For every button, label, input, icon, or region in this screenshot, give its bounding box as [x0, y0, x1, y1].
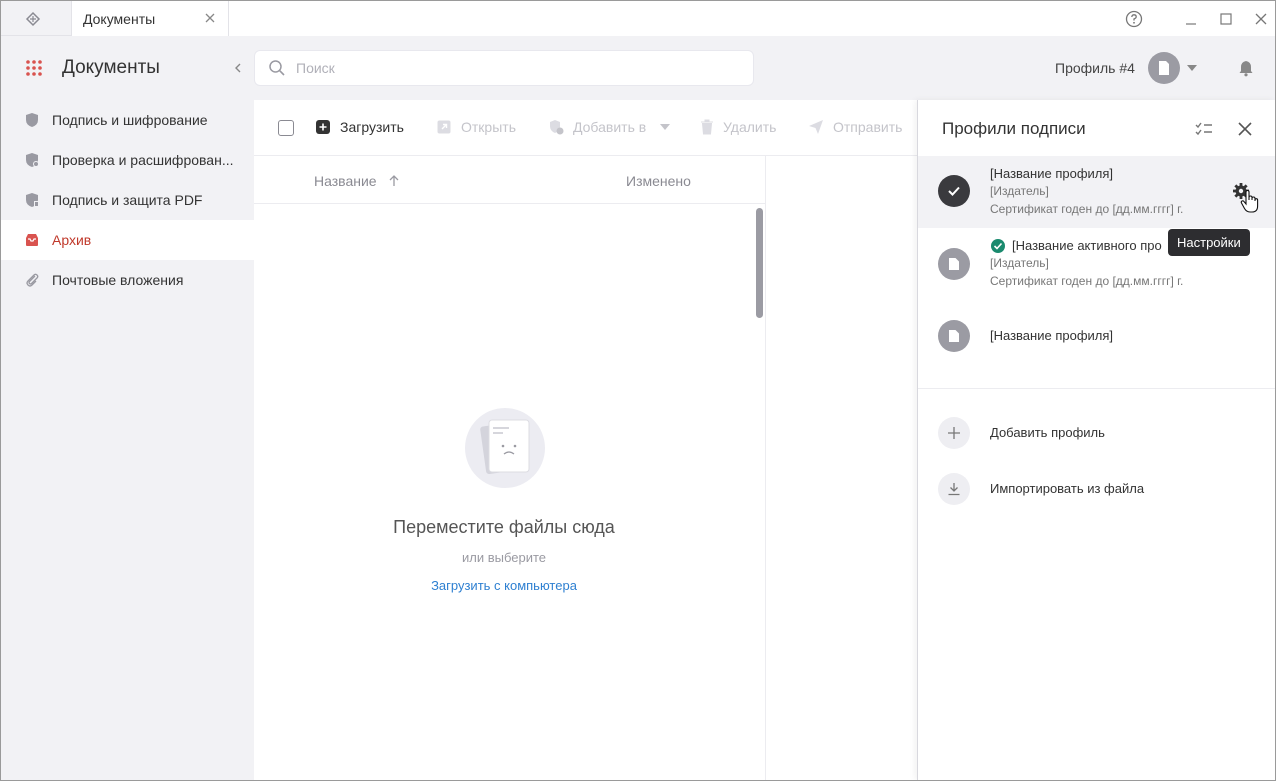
trash-icon	[701, 119, 713, 135]
sort-ascending-icon	[389, 175, 399, 186]
add-to-button[interactable]: Добавить в	[548, 119, 671, 135]
tab-label: Документы	[83, 10, 156, 27]
sidebar-item-label: Подпись и шифрование	[52, 112, 208, 128]
bell-icon[interactable]	[1237, 59, 1255, 77]
profile-issuer: [Издатель]	[990, 184, 1049, 198]
apps-grid-icon[interactable]	[25, 59, 43, 77]
app-logo-icon	[25, 11, 41, 27]
delete-button[interactable]: Удалить	[700, 119, 776, 135]
upload-from-computer-link[interactable]: Загрузить с компьютера	[254, 578, 754, 593]
sidebar-item-sign-pdf[interactable]: Подпись и защита PDF	[1, 180, 254, 220]
document-icon	[938, 248, 970, 280]
title-bar: Документы	[1, 1, 1275, 36]
sidebar-item-label: Проверка и расшифрован...	[52, 152, 234, 168]
current-profile-label[interactable]: Профиль #4	[1055, 60, 1135, 76]
column-changed-header[interactable]: Изменено	[626, 173, 691, 189]
column-name-label: Название	[314, 173, 377, 189]
upload-label: Загрузить	[340, 119, 404, 135]
shield-pdf-icon	[26, 193, 39, 207]
search-icon	[269, 60, 285, 76]
avatar[interactable]	[1148, 52, 1180, 84]
document-icon	[938, 320, 970, 352]
sidebar: Подпись и шифрование Проверка и расшифро…	[1, 100, 254, 780]
open-button[interactable]: Открыть	[436, 119, 516, 135]
shield-check-icon	[26, 153, 39, 167]
shield-lock-icon	[26, 113, 38, 127]
column-name-header[interactable]: Название	[314, 173, 401, 189]
checklist-icon[interactable]	[1195, 120, 1213, 138]
plus-icon	[938, 417, 970, 449]
close-icon[interactable]	[204, 12, 216, 24]
empty-folder-illustration	[465, 408, 545, 488]
sidebar-item-archive[interactable]: Архив	[1, 220, 254, 260]
profile-item[interactable]: [Название профиля] [Издатель] Сертификат…	[918, 156, 1275, 228]
sidebar-item-label: Архив	[52, 232, 92, 248]
sidebar-item-label: Подпись и защита PDF	[52, 192, 203, 208]
chevron-down-icon	[660, 124, 671, 130]
profile-validity: Сертификат годен до [дд.мм.гггг] г.	[990, 274, 1184, 288]
toolbar: Загрузить Открыть Добавить в Удалить Отп…	[254, 100, 917, 156]
profile-validity: Сертификат годен до [дд.мм.гггг] г.	[990, 202, 1184, 216]
chevron-down-icon[interactable]	[1187, 65, 1197, 71]
sidebar-item-mail-attachments[interactable]: Почтовые вложения	[1, 260, 254, 300]
tab-documents[interactable]: Документы	[71, 1, 229, 36]
select-all-checkbox[interactable]	[278, 120, 294, 136]
table-header: Название Изменено	[254, 156, 766, 204]
settings-tooltip: Настройки	[1168, 229, 1250, 256]
sidebar-item-label: Почтовые вложения	[52, 272, 184, 288]
upload-button[interactable]: Загрузить	[315, 119, 404, 135]
download-icon	[938, 473, 970, 505]
profile-item[interactable]: [Название профиля]	[918, 300, 1275, 372]
shield-add-icon	[550, 120, 564, 135]
app-window: Документы Документы Поиск Профиль #4 Под…	[0, 0, 1276, 781]
archive-inbox-icon	[26, 234, 38, 246]
import-from-file-button[interactable]: Импортировать из файла	[918, 473, 1275, 513]
import-from-file-label: Импортировать из файла	[990, 481, 1145, 496]
add-profile-button[interactable]: Добавить профиль	[918, 417, 1275, 457]
open-label: Открыть	[461, 119, 516, 135]
paperclip-icon	[26, 273, 39, 287]
empty-state-subtitle: или выберите	[461, 550, 547, 565]
active-check-icon	[991, 239, 1005, 253]
add-to-label: Добавить в	[573, 119, 647, 135]
file-list-panel: Название Изменено Переместите файлы сюда…	[254, 100, 766, 780]
close-panel-icon[interactable]	[1236, 120, 1254, 138]
sidebar-item-verify-decrypt[interactable]: Проверка и расшифрован...	[1, 140, 254, 180]
send-label: Отправить	[833, 119, 903, 135]
collapse-sidebar-icon[interactable]	[231, 60, 245, 76]
delete-label: Удалить	[723, 119, 777, 135]
search-input[interactable]	[296, 60, 716, 76]
add-profile-label: Добавить профиль	[990, 425, 1105, 440]
profile-name: [Название активного про	[1012, 238, 1162, 253]
minimize-icon[interactable]	[1181, 9, 1201, 29]
scrollbar[interactable]	[756, 208, 763, 318]
profile-issuer: [Издатель]	[990, 256, 1049, 270]
hand-cursor-icon	[1240, 190, 1259, 213]
window-close-icon[interactable]	[1251, 9, 1271, 29]
help-icon[interactable]	[1124, 9, 1144, 29]
sidebar-item-sign-encrypt[interactable]: Подпись и шифрование	[1, 100, 254, 140]
panel-title: Профили подписи	[942, 119, 1086, 138]
header-bar: Документы Профиль #4	[1, 36, 1275, 100]
profile-name: [Название профиля]	[990, 328, 1114, 343]
search-box[interactable]	[254, 50, 754, 86]
document-icon	[1159, 61, 1169, 75]
divider	[918, 388, 1275, 389]
profile-name: [Название профиля]	[990, 166, 1114, 181]
send-plane-icon	[809, 120, 823, 134]
page-title: Документы	[62, 57, 160, 78]
send-button[interactable]: Отправить	[808, 119, 902, 135]
maximize-icon[interactable]	[1216, 9, 1236, 29]
signature-profiles-panel: Профили подписи [Название профиля] [Изда…	[917, 100, 1275, 780]
empty-state-title: Переместите файлы сюда	[393, 517, 615, 537]
plus-square-icon	[316, 120, 330, 134]
selected-check-icon	[938, 175, 970, 207]
preview-area	[766, 156, 917, 780]
title-bar-fill	[229, 1, 1275, 36]
open-external-icon	[437, 120, 451, 134]
